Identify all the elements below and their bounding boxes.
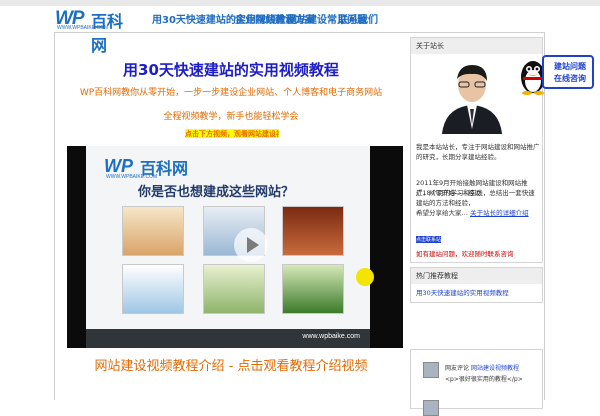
recommend-item: 用30天快速建站的实用视频教程 [416,288,509,298]
online-consult-button[interactable]: 建站问题在线咨询 [542,55,594,89]
about-text-1: 我是本站站长，专注于网站建设和网站推广的研究，长期分享建站经验。 [416,143,540,161]
video-question: 你是否也想建成这些网站？ [138,185,295,200]
comment-link[interactable]: 网站建设视频教程 [471,365,519,372]
about-more: 希望分享给大家… 关于站长的详细介绍 [416,208,540,218]
website-thumbnail [122,206,184,256]
subtitle-line-2: 全程视频教学，新手也能轻松学会 [163,112,299,122]
logo-url: WWW.WPBAIKE.COM [57,25,109,31]
comment-text: <p>很好很实用的教程</p> [445,376,523,383]
nav-item-contact[interactable]: 联系我们 [338,11,378,26]
online-consult-label: 建站问题在线咨询 [554,62,586,83]
website-thumbnail [282,206,344,256]
recommend-box: 热门推荐教程 用30天快速建站的实用视频教程 [410,267,543,303]
video-slide: WP 百科网 WWW.WPBAIKE.COM 你是否也想建成这些网站？ www.… [86,146,370,348]
website-thumbnail [282,264,344,314]
recommend-link[interactable]: 用30天快速建站的实用视频教程 [416,289,509,297]
website-thumbnail [203,264,265,314]
video-player[interactable]: WP 百科网 WWW.WPBAIKE.COM 你是否也想建成这些网站？ www.… [67,146,403,348]
video-footer-bar: www.wpbaike.com [86,329,370,348]
recommend-title: 热门推荐教程 [411,268,542,284]
comment-user: 网友评论 [445,365,470,372]
owner-photo [437,59,507,134]
site-logo[interactable]: WP 百科网 WWW.WPBAIKE.COM [55,8,137,55]
content-frame: 用30天快速建站的实用视频教程 WP百科网教你从零开始，一步一步建设企业网站、个… [54,32,545,416]
about-link[interactable]: 关于站长的详细介绍 [470,209,529,217]
avatar [423,400,439,416]
about-text-2b: 近18个月的学习和实践，总结出一套快速建站的方法和经验， [416,189,535,207]
about-text-2c: 希望分享给大家… [416,209,468,217]
comment-header: 网友评论 网站建设视频教程 [445,363,519,372]
avatar [423,362,439,378]
top-navigation: WP 百科网 WWW.WPBAIKE.COM 用30天快速建站的实用视频教程 企… [0,6,600,55]
page-title: 用30天快速建站的实用视频教程 [123,61,339,79]
red-notice: 如有建站问题，欢迎随时联系咨询 [416,250,514,258]
contact-button-label: 点击联系站长 [416,237,441,243]
video-footer-url: www.wpbaike.com [302,333,360,340]
play-icon[interactable] [234,228,268,262]
subtitle-line-1: WP百科网教你从零开始，一步一步建设企业网站、个人博客和电子商务网站 [79,88,383,98]
main-content: 用30天快速建站的实用视频教程 WP百科网教你从零开始，一步一步建设企业网站、个… [55,33,407,401]
website-thumbnail [122,264,184,314]
about-title: 关于站长 [411,38,542,54]
contact-button[interactable]: 点击联系站长 [416,236,441,243]
comments-box: 网友评论 网站建设视频教程 <p>很好很实用的教程</p> [410,349,543,416]
video-caption[interactable]: 网站建设视频教程介绍 - 点击观看教程介绍视频 [55,355,407,374]
video-logo-url: WWW.WPBAIKE.COM [106,174,158,180]
highlight-text: 点击下方视频，观看网站建设视频教程详细介绍内容 [185,129,279,138]
cursor-highlight-icon [356,268,374,286]
